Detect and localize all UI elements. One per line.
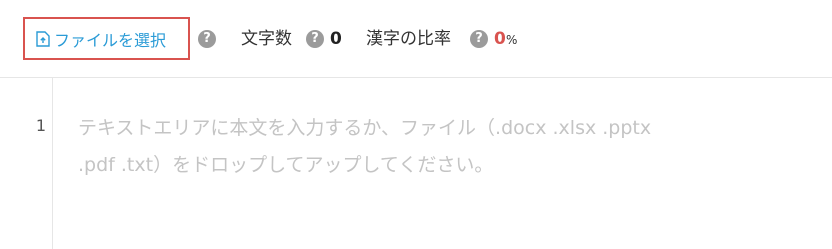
line-number-gutter: 1 [0, 78, 53, 249]
text-editor[interactable]: 1 テキストエリアに本文を入力するか、ファイル（.docx .xlsx .ppt… [0, 78, 832, 249]
line-number: 1 [35, 116, 46, 135]
char-count-help-icon[interactable]: ? [306, 30, 324, 48]
kanji-ratio-unit: % [506, 33, 518, 47]
editor-placeholder: テキストエリアに本文を入力するか、ファイル（.docx .xlsx .pptx … [78, 110, 778, 184]
kanji-ratio-label: 漢字の比率 [366, 29, 451, 49]
toolbar: ファイルを選択 ? 文字数 ? 0 漢字の比率 ? 0 % [0, 0, 832, 78]
file-select-button[interactable]: ファイルを選択 [23, 17, 190, 60]
file-select-label: ファイルを選択 [54, 30, 167, 50]
kanji-ratio-help-icon[interactable]: ? [470, 30, 488, 48]
file-help-icon[interactable]: ? [198, 30, 216, 48]
file-upload-icon [36, 30, 50, 47]
placeholder-line: .pdf .txt）をドロップしてアップしてください。 [78, 154, 494, 176]
char-count-value: 0 [330, 29, 342, 49]
char-count-label: 文字数 [241, 29, 292, 49]
kanji-ratio-value: 0 [494, 29, 506, 49]
placeholder-line: テキストエリアに本文を入力するか、ファイル（.docx .xlsx .pptx [78, 117, 652, 139]
